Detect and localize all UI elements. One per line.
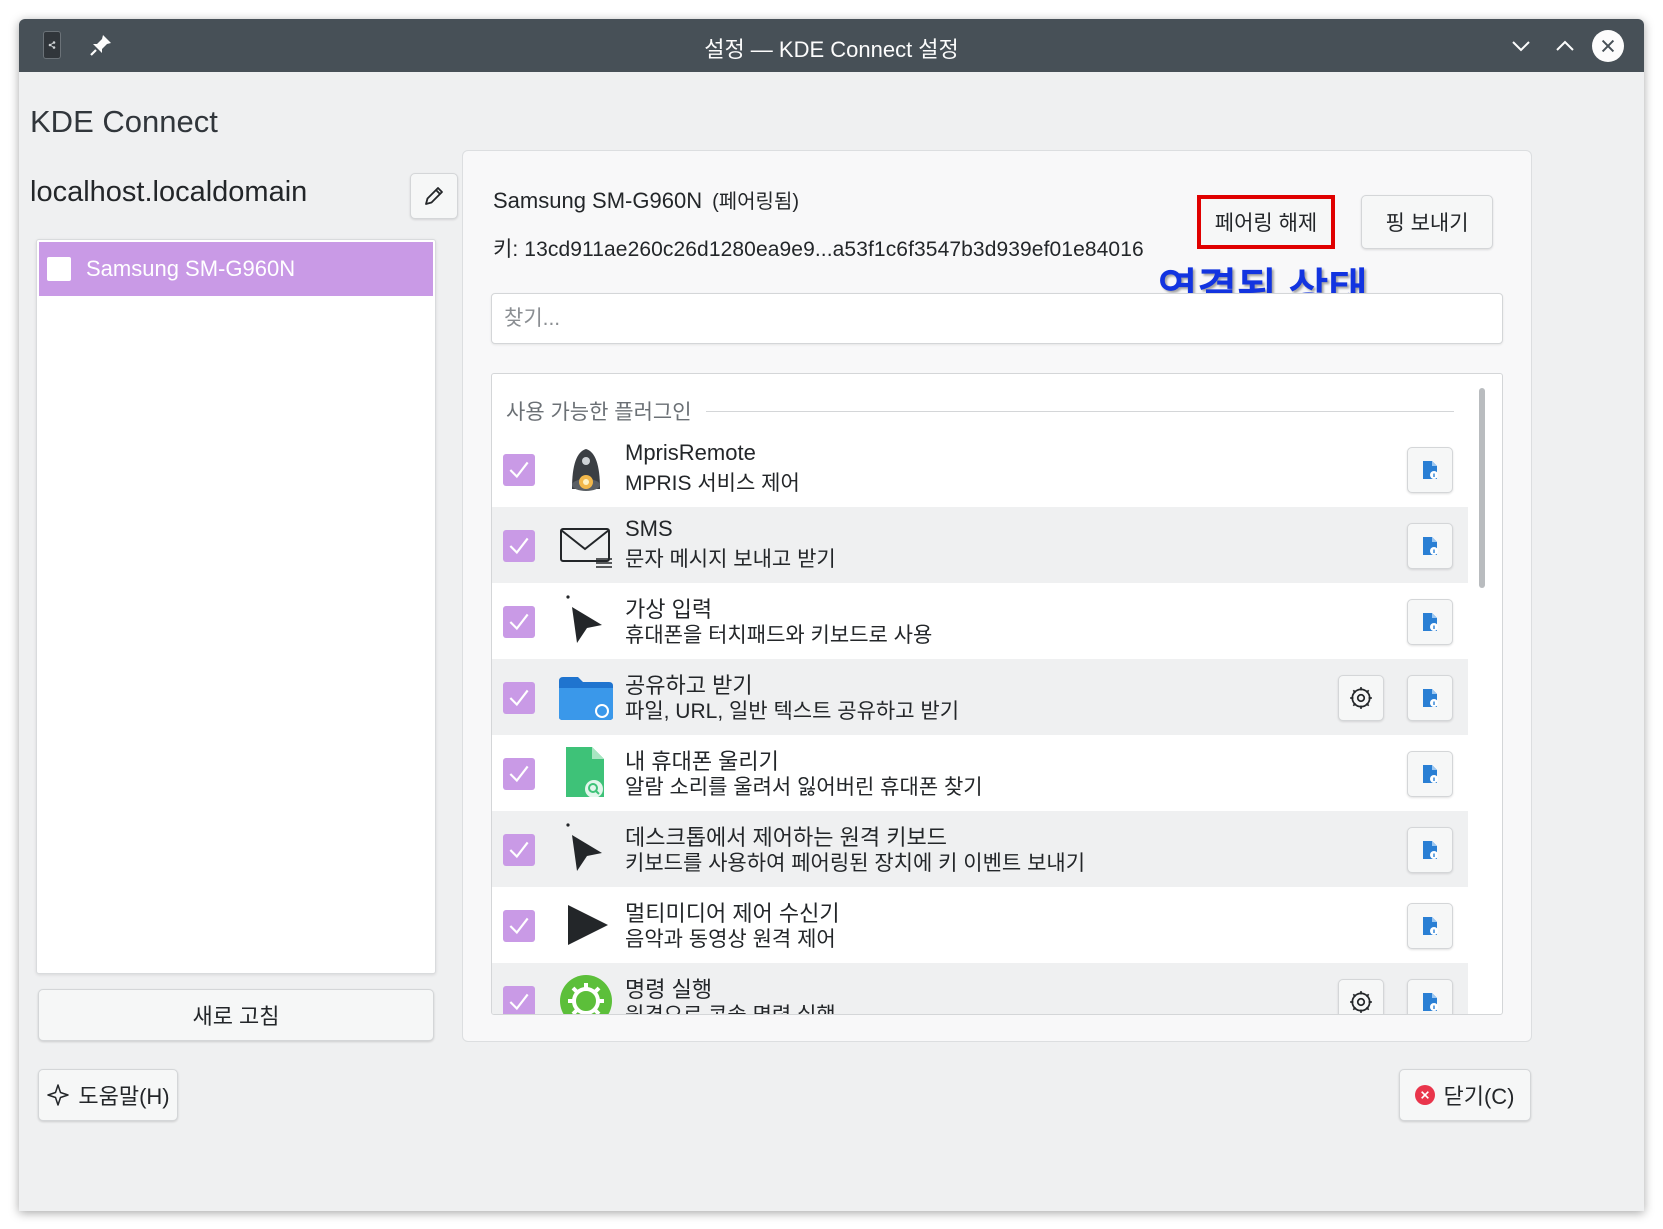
- close-window-button[interactable]: [1592, 30, 1624, 62]
- document-info-icon: [1423, 689, 1438, 707]
- plugin-search-box[interactable]: [491, 293, 1503, 344]
- plugin-about-button[interactable]: [1407, 979, 1453, 1014]
- document-info-icon: [1423, 917, 1438, 935]
- help-button-label: 도움말(H): [78, 1084, 170, 1109]
- plugin-name: MprisRemote: [625, 440, 756, 465]
- document-info-icon: [1423, 537, 1438, 555]
- help-star-icon: [47, 1084, 70, 1106]
- plugin-about-button[interactable]: [1407, 903, 1453, 949]
- plugin-enable-checkbox[interactable]: [503, 606, 535, 638]
- run-command-icon: [558, 973, 614, 1014]
- gear-icon: [1350, 991, 1372, 1013]
- plugin-row: 가상 입력 휴대폰을 터치패드와 키보드로 사용: [492, 583, 1468, 659]
- pointer-icon: [558, 821, 614, 877]
- device-detail-panel: Samsung SM-G960N (페어링됨) 키: 13cd911ae260c2…: [462, 150, 1532, 1042]
- plugin-enable-checkbox[interactable]: [503, 758, 535, 790]
- device-list: Samsung SM-G960N: [36, 239, 436, 974]
- plugin-name: SMS: [625, 516, 673, 541]
- plugin-row: SMS 문자 메시지 보내고 받기: [492, 507, 1468, 583]
- plugin-enable-checkbox[interactable]: [503, 986, 535, 1014]
- host-name: localhost.localdomain: [30, 176, 308, 208]
- document-info-icon: [1423, 613, 1438, 631]
- minimize-button[interactable]: [1504, 29, 1538, 63]
- plugin-description: MPRIS 서비스 제어: [625, 472, 800, 495]
- plugin-description: 키보드를 사용하여 페어링된 장치에 키 이벤트 보내기: [625, 852, 1086, 875]
- section-divider: [705, 410, 1454, 412]
- plugin-row: 멀티미디어 제어 수신기 음악과 동영상 원격 제어: [492, 887, 1468, 963]
- maximize-button[interactable]: [1548, 29, 1582, 63]
- plugin-about-button[interactable]: [1407, 827, 1453, 873]
- scrollbar-thumb[interactable]: [1479, 388, 1485, 588]
- envelope-icon: [558, 517, 614, 573]
- device-title: Samsung SM-G960N (페어링됨): [493, 185, 799, 214]
- close-button[interactable]: 닫기(C): [1399, 1069, 1531, 1121]
- plugin-enable-checkbox[interactable]: [503, 682, 535, 714]
- unpair-button[interactable]: 페어링 해제: [1197, 195, 1335, 249]
- window-title: 설정 — KDE Connect 설정: [704, 37, 959, 62]
- plugin-enable-checkbox[interactable]: [503, 530, 535, 562]
- document-info-icon: [1423, 841, 1438, 859]
- device-key: 키: 13cd911ae260c26d1280ea9e9...a53f1c6f3…: [493, 238, 1144, 261]
- pencil-icon: [425, 187, 443, 205]
- find-phone-icon: [558, 745, 614, 801]
- pointer-icon: [558, 593, 614, 649]
- folder-share-icon: [558, 669, 614, 725]
- gear-icon: [1350, 687, 1372, 709]
- pairing-status: (페어링됨): [712, 191, 800, 213]
- plugin-description: 원격으로 콘솔 명령 실행: [625, 999, 836, 1014]
- app-heading: KDE Connect: [30, 104, 218, 139]
- plugin-about-button[interactable]: [1407, 751, 1453, 797]
- play-icon: [558, 897, 614, 953]
- device-item-label: Samsung SM-G960N: [86, 256, 296, 281]
- close-button-label: 닫기(C): [1443, 1084, 1515, 1109]
- section-header: 사용 가능한 플러그인: [506, 396, 1454, 426]
- plugin-description: 문자 메시지 보내고 받기: [625, 548, 836, 571]
- settings-window: 설정 — KDE Connect 설정 KDE Connect localhos…: [19, 19, 1644, 1211]
- device-name: Samsung SM-G960N: [493, 188, 703, 213]
- close-icon: [1415, 1085, 1436, 1105]
- ping-button[interactable]: 핑 보내기: [1361, 195, 1493, 249]
- plugin-row: 명령 실행 원격으로 콘솔 명령 실행: [492, 963, 1468, 1014]
- refresh-button[interactable]: 새로 고침: [38, 989, 434, 1041]
- plugin-about-button[interactable]: [1407, 599, 1453, 645]
- plugin-enable-checkbox[interactable]: [503, 834, 535, 866]
- plugin-description: 휴대폰을 터치패드와 키보드로 사용: [625, 624, 933, 647]
- plugin-description: 음악과 동영상 원격 제어: [625, 928, 836, 951]
- device-icon: [47, 257, 71, 281]
- plugin-list: 사용 가능한 플러그인 MprisRemote MPRIS 서비스 제어 SMS…: [491, 373, 1503, 1015]
- document-info-icon: [1423, 765, 1438, 783]
- plugin-list-scrollbar[interactable]: [1477, 382, 1487, 1007]
- title-bar: 설정 — KDE Connect 설정: [19, 19, 1644, 72]
- plugin-row: 내 휴대폰 울리기 알람 소리를 울려서 잃어버린 휴대폰 찾기: [492, 735, 1468, 811]
- plugin-about-button[interactable]: [1407, 447, 1453, 493]
- section-title: 사용 가능한 플러그인: [506, 401, 692, 424]
- plugin-row: 공유하고 받기 파일, URL, 일반 텍스트 공유하고 받기: [492, 659, 1468, 735]
- plugin-row: MprisRemote MPRIS 서비스 제어: [492, 431, 1468, 507]
- document-info-icon: [1423, 993, 1438, 1011]
- plugin-about-button[interactable]: [1407, 523, 1453, 569]
- device-item[interactable]: Samsung SM-G960N: [39, 242, 433, 296]
- plugin-settings-button[interactable]: [1338, 675, 1384, 721]
- plugin-enable-checkbox[interactable]: [503, 910, 535, 942]
- rename-host-button[interactable]: [410, 173, 458, 219]
- plugin-row: 데스크톱에서 제어하는 원격 키보드 키보드를 사용하여 페어링된 장치에 키 …: [492, 811, 1468, 887]
- help-button[interactable]: 도움말(H): [38, 1069, 178, 1121]
- plugin-enable-checkbox[interactable]: [503, 454, 535, 486]
- plugin-search-input[interactable]: [504, 306, 1502, 331]
- plugin-description: 파일, URL, 일반 텍스트 공유하고 받기: [625, 700, 960, 723]
- mpris-remote-icon: [558, 441, 614, 497]
- plugin-settings-button[interactable]: [1338, 979, 1384, 1014]
- plugin-description: 알람 소리를 울려서 잃어버린 휴대폰 찾기: [625, 776, 983, 799]
- document-info-icon: [1423, 461, 1438, 479]
- plugin-about-button[interactable]: [1407, 675, 1453, 721]
